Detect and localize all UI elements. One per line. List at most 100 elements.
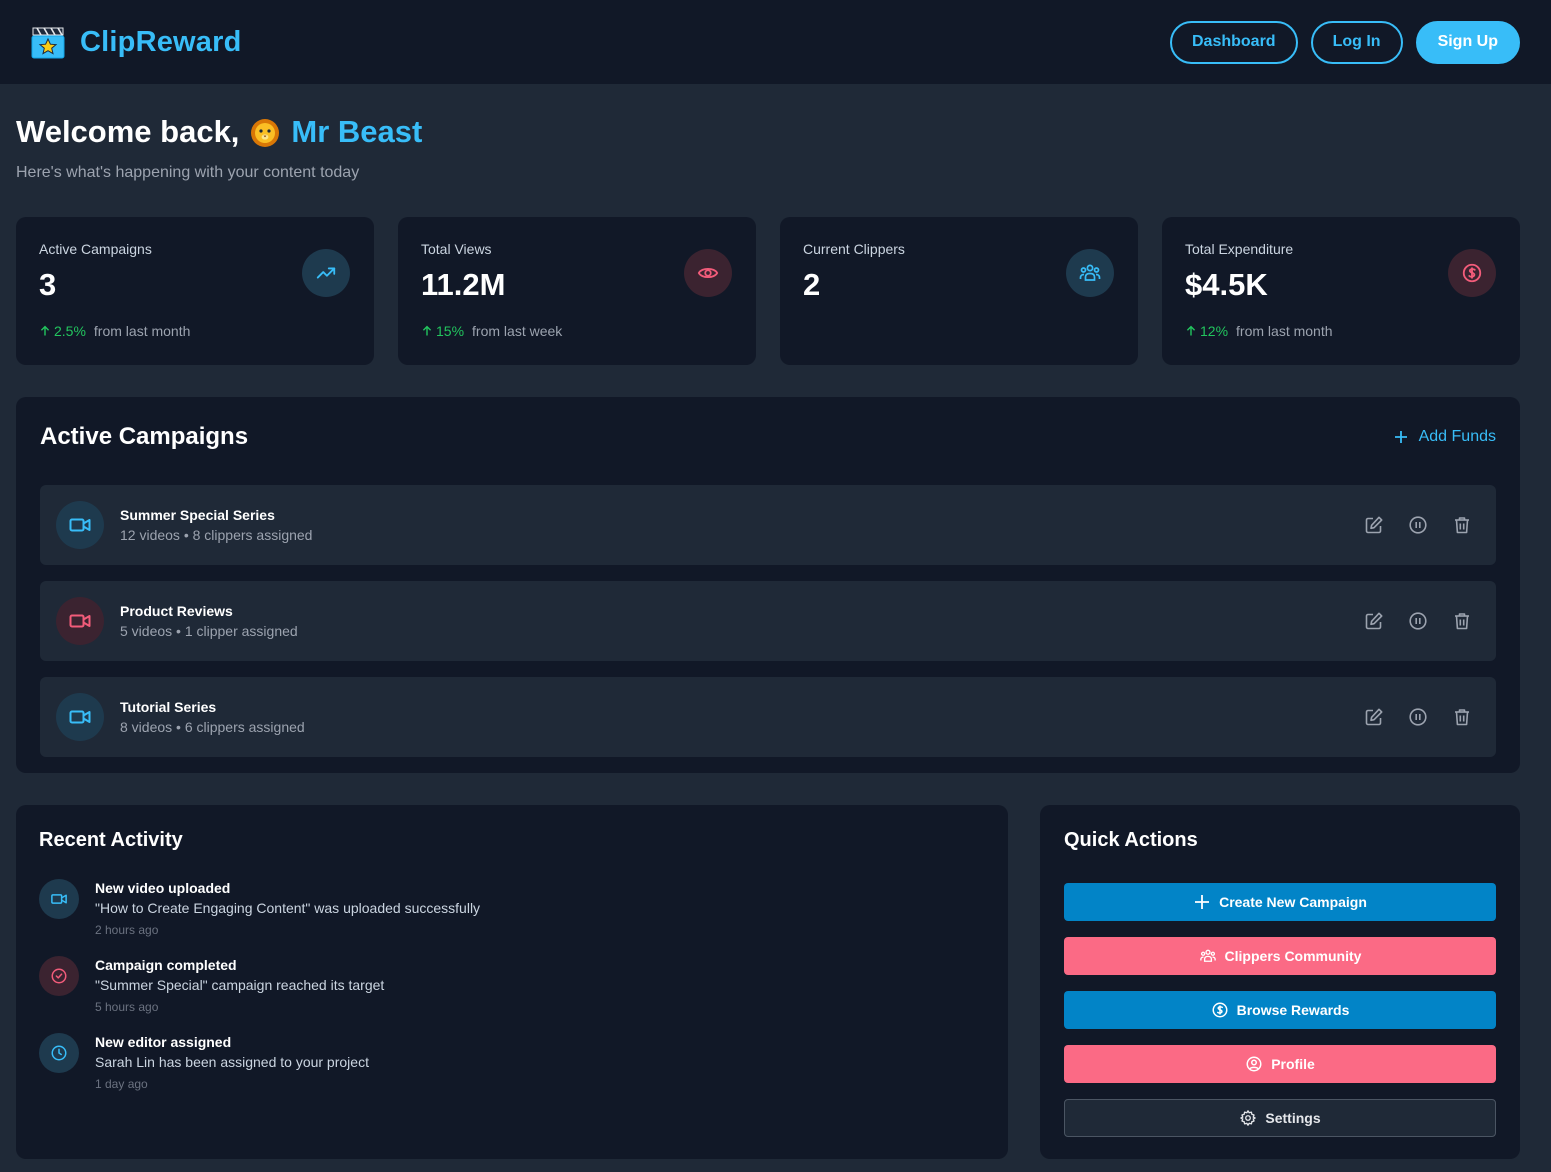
arrow-up-icon <box>422 325 432 336</box>
eye-icon <box>684 249 732 297</box>
stat-label: Total Views <box>421 241 492 257</box>
activity-title: Campaign completed <box>95 957 237 973</box>
trending-up-icon <box>302 249 350 297</box>
welcome-heading: Welcome back, Mr Beast <box>16 114 422 150</box>
stat-card-total-views: Total Views 11.2M 15% from last week <box>398 217 756 365</box>
stat-trend: 2.5% from last month <box>39 323 190 339</box>
check-circle-icon <box>39 956 79 996</box>
brand[interactable]: ClipReward <box>30 24 242 60</box>
login-button[interactable]: Log In <box>1310 20 1403 64</box>
profile-button[interactable]: Profile <box>1064 1045 1496 1083</box>
campaign-info: Product Reviews 5 videos • 1 clipper ass… <box>120 603 298 639</box>
activity-content: New video uploaded "How to Create Engagi… <box>95 879 480 937</box>
trend-up: 12% <box>1185 323 1228 339</box>
video-icon <box>56 693 104 741</box>
activity-item: New video uploaded "How to Create Engagi… <box>39 879 985 937</box>
campaign-name: Tutorial Series <box>120 699 217 715</box>
activity-title: New video uploaded <box>95 880 231 896</box>
stat-label: Active Campaigns <box>39 241 152 257</box>
quick-actions-panel: Quick Actions Create New Campaign Clippe… <box>1040 805 1520 1159</box>
browse-rewards-label: Browse Rewards <box>1236 1002 1350 1018</box>
settings-label: Settings <box>1265 1110 1321 1126</box>
add-funds-label: Add Funds <box>1418 428 1496 445</box>
campaign-name: Product Reviews <box>120 603 233 619</box>
stat-card-active-campaigns: Active Campaigns 3 2.5% from last month <box>16 217 374 365</box>
users-icon <box>1199 949 1216 962</box>
campaigns-header: Active Campaigns Add Funds <box>40 421 1496 453</box>
users-icon <box>1066 249 1114 297</box>
activity-desc: Sarah Lin has been assigned to your proj… <box>95 1054 369 1070</box>
trend-up: 2.5% <box>39 323 86 339</box>
campaign-meta: 5 videos • 1 clipper assigned <box>120 623 298 639</box>
dollar-icon <box>1448 249 1496 297</box>
welcome-section: Welcome back, Mr Beast Here's what's hap… <box>16 114 422 182</box>
pause-icon[interactable] <box>1408 707 1428 727</box>
activity-item: New editor assigned Sarah Lin has been a… <box>39 1033 985 1091</box>
brand-name: ClipReward <box>80 25 242 58</box>
activity-list: New video uploaded "How to Create Engagi… <box>39 879 985 1091</box>
lion-face-icon <box>251 119 280 147</box>
clapperboard-star-logo-icon <box>31 27 65 59</box>
campaign-actions <box>1364 707 1472 727</box>
quick-actions-title: Quick Actions <box>1064 829 1198 851</box>
trend-text: from last month <box>1236 323 1333 339</box>
activity-time: 1 day ago <box>95 1077 148 1091</box>
campaign-row[interactable]: Tutorial Series 8 videos • 6 clippers as… <box>40 677 1496 757</box>
activity-content: New editor assigned Sarah Lin has been a… <box>95 1033 369 1091</box>
edit-icon[interactable] <box>1364 515 1384 535</box>
video-icon <box>39 879 79 919</box>
stat-label: Total Expenditure <box>1185 241 1294 257</box>
trend-value: 12% <box>1200 323 1229 339</box>
add-funds-button[interactable]: Add Funds <box>1393 428 1496 446</box>
stat-label: Current Clippers <box>803 241 905 257</box>
pause-icon[interactable] <box>1408 611 1428 631</box>
signup-button[interactable]: Sign Up <box>1415 20 1520 64</box>
clock-icon <box>39 1033 79 1073</box>
dashboard-button[interactable]: Dashboard <box>1170 20 1298 64</box>
activity-item: Campaign completed "Summer Special" camp… <box>39 956 985 1014</box>
campaign-info: Summer Special Series 12 videos • 8 clip… <box>120 507 312 543</box>
welcome-subtitle: Here's what's happening with your conten… <box>16 164 360 181</box>
edit-icon[interactable] <box>1364 707 1384 727</box>
settings-button[interactable]: Settings <box>1064 1099 1496 1137</box>
profile-label: Profile <box>1271 1056 1315 1072</box>
quick-actions-list: Create New Campaign Clippers Community B… <box>1064 883 1496 1137</box>
trash-icon[interactable] <box>1452 515 1472 535</box>
gear-icon <box>1240 1110 1257 1126</box>
user-name: Mr Beast <box>291 114 423 149</box>
campaign-row[interactable]: Summer Special Series 12 videos • 8 clip… <box>40 485 1496 565</box>
edit-icon[interactable] <box>1364 611 1384 631</box>
trend-value: 15% <box>436 323 465 339</box>
trend-text: from last week <box>472 323 563 339</box>
recent-activity-title: Recent Activity <box>39 829 183 851</box>
top-navbar: ClipReward Dashboard Log In Sign Up <box>0 0 1551 84</box>
campaign-info: Tutorial Series 8 videos • 6 clippers as… <box>120 699 305 735</box>
trash-icon[interactable] <box>1452 707 1472 727</box>
stat-trend: 12% from last month <box>1185 323 1333 339</box>
campaign-list: Summer Special Series 12 videos • 8 clip… <box>40 485 1496 757</box>
activity-desc: "How to Create Engaging Content" was upl… <box>95 900 481 916</box>
campaign-row[interactable]: Product Reviews 5 videos • 1 clipper ass… <box>40 581 1496 661</box>
nav-actions: Dashboard Log In Sign Up <box>1170 20 1520 64</box>
campaign-name: Summer Special Series <box>120 507 275 523</box>
create-campaign-button[interactable]: Create New Campaign <box>1064 883 1496 921</box>
activity-content: Campaign completed "Summer Special" camp… <box>95 956 384 1014</box>
pause-icon[interactable] <box>1408 515 1428 535</box>
campaigns-title: Active Campaigns <box>40 423 249 450</box>
activity-desc: "Summer Special" campaign reached its ta… <box>95 977 385 993</box>
clippers-community-button[interactable]: Clippers Community <box>1064 937 1496 975</box>
trash-icon[interactable] <box>1452 611 1472 631</box>
activity-time: 5 hours ago <box>95 1000 159 1014</box>
recent-activity-panel: Recent Activity New video uploaded "How … <box>16 805 1008 1159</box>
welcome-greeting: Welcome back, <box>16 114 240 149</box>
stat-card-current-clippers: Current Clippers 2 <box>780 217 1138 365</box>
plus-icon <box>1195 895 1210 909</box>
trend-up: 15% <box>421 323 464 339</box>
active-campaigns-panel: Active Campaigns Add Funds Summer Specia… <box>16 397 1520 773</box>
arrow-up-icon <box>1186 325 1196 336</box>
campaign-meta: 12 videos • 8 clippers assigned <box>120 527 313 543</box>
browse-rewards-button[interactable]: Browse Rewards <box>1064 991 1496 1029</box>
video-icon <box>56 597 104 645</box>
campaign-meta: 8 videos • 6 clippers assigned <box>120 719 305 735</box>
stats-row: Active Campaigns 3 2.5% from last month … <box>16 217 1520 365</box>
